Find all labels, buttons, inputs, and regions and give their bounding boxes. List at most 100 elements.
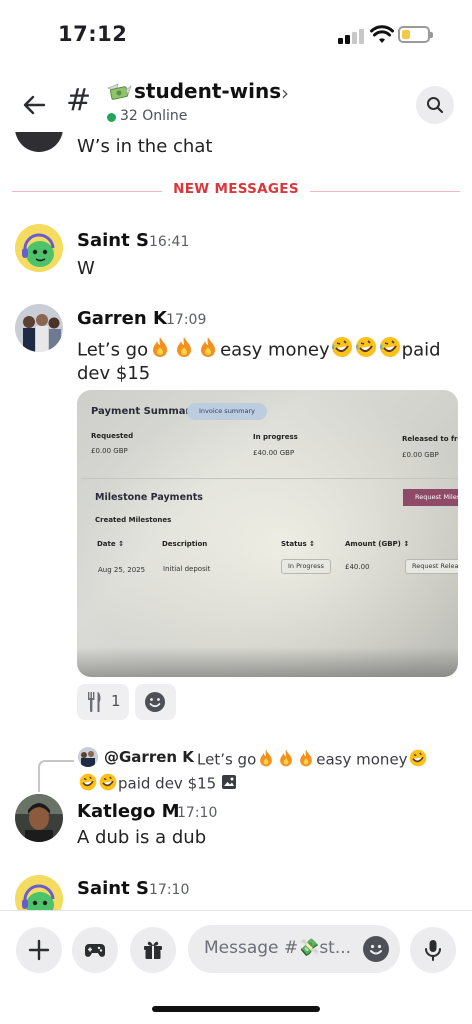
smile-icon: [370, 944, 382, 955]
milestone-title: Milestone Payments: [95, 492, 203, 503]
in-progress-value: £40.00 GBP: [253, 449, 295, 457]
fire-icon: [296, 748, 316, 772]
row-description: Initial deposit: [163, 565, 211, 573]
message-text-part: Let’s go: [77, 339, 149, 361]
invoice-summary-button: Invoice summary: [187, 403, 267, 420]
reaction-chip[interactable]: 1: [77, 684, 129, 720]
rofl-emoji-icon: [354, 335, 378, 366]
released-value: £0.00 GBP: [402, 451, 439, 459]
rofl-emoji-icon: [98, 772, 118, 796]
money-wings-icon: [107, 83, 132, 100]
fire-icon: [276, 748, 296, 772]
reply-text-part: easy money: [316, 750, 408, 769]
message-text: dev $15: [77, 363, 151, 384]
timestamp: 16:41: [149, 234, 190, 250]
column-amount: Amount (GBP) ↕: [345, 540, 410, 548]
search-button[interactable]: [416, 86, 454, 124]
column-date: Date ↕: [97, 540, 124, 548]
message-input[interactable]: Message #💸st...: [188, 925, 400, 973]
activities-button[interactable]: [72, 927, 118, 973]
new-messages-divider: NEW MESSAGES: [12, 181, 460, 197]
username[interactable]: Katlego M: [77, 801, 180, 822]
username[interactable]: Saint S: [77, 878, 149, 899]
timestamp: 17:10: [149, 882, 190, 898]
message-text: W’s in the chat: [77, 136, 213, 157]
fire-icon: [256, 748, 276, 772]
channel-header: # student-wins › 32 Online: [0, 70, 472, 140]
in-progress-label: In progress: [253, 433, 298, 441]
reply-avatar[interactable]: [78, 747, 98, 767]
username[interactable]: Garren K: [77, 308, 167, 329]
payment-summary-title: Payment Summary: [91, 406, 197, 417]
reply-preview-line2[interactable]: paid dev $15: [78, 772, 237, 796]
add-attachment-button[interactable]: [16, 927, 62, 973]
released-label: Released to freela: [402, 435, 458, 443]
status-bar: 17:12: [0, 0, 472, 70]
reaction-count: 1: [111, 692, 121, 710]
gift-icon: [144, 941, 162, 959]
timestamp: 17:09: [166, 312, 207, 328]
requested-label: Requested: [91, 432, 134, 440]
online-status-dot: [107, 113, 116, 122]
reply-username[interactable]: @Garren K: [104, 748, 194, 766]
fire-icon: [196, 335, 220, 366]
row-date: Aug 25, 2025: [98, 566, 146, 574]
message-list[interactable]: W’s in the chat NEW MESSAGES Saint S 16:…: [0, 132, 472, 910]
battery-icon: [398, 26, 433, 43]
hash-icon: #: [66, 83, 92, 118]
message-placeholder: Message #💸st...: [204, 938, 352, 958]
reply-text-part: Let’s go: [197, 750, 257, 769]
reply-connector: [38, 760, 74, 792]
emoji-picker-button[interactable]: [363, 936, 389, 962]
message-text-part: easy money: [220, 339, 330, 361]
smile-plus-icon: [145, 692, 165, 712]
requested-value: £0.00 GBP: [91, 447, 128, 455]
add-reaction-button[interactable]: [135, 684, 176, 720]
reply-preview[interactable]: Let’s go easy money: [197, 748, 428, 772]
avatar[interactable]: [15, 794, 63, 842]
gift-button[interactable]: [130, 927, 176, 973]
row-action: Request Release: [405, 559, 458, 574]
wifi-icon: [370, 25, 394, 43]
avatar[interactable]: [15, 304, 63, 352]
created-milestones-label: Created Milestones: [95, 516, 172, 524]
row-amount: £40.00: [345, 563, 370, 571]
status-time: 17:12: [58, 22, 128, 46]
request-milestone-button: Request Milest: [403, 489, 458, 506]
image-icon: [221, 774, 237, 794]
microphone-icon: [425, 940, 441, 961]
rofl-emoji-icon: [408, 748, 428, 772]
back-button[interactable]: [18, 88, 52, 122]
gamepad-icon: [85, 944, 105, 957]
channel-title[interactable]: student-wins: [134, 79, 281, 103]
avatar[interactable]: [15, 875, 63, 910]
image-attachment[interactable]: Payment Summary Invoice summary Requeste…: [77, 390, 458, 677]
voice-message-button[interactable]: [410, 927, 456, 973]
online-count: 32 Online: [120, 108, 188, 124]
fire-icon: [148, 335, 172, 366]
plus-icon: [28, 939, 50, 961]
composer-bar: Message #💸st...: [0, 910, 472, 1024]
home-indicator: [152, 1006, 320, 1012]
column-description: Description: [162, 540, 208, 548]
rofl-emoji-icon: [78, 772, 98, 796]
message-text: W: [77, 258, 95, 279]
column-status: Status ↕: [281, 540, 315, 548]
message-text: A dub is a dub: [77, 827, 207, 848]
fork-knife-icon: [88, 692, 101, 712]
rofl-emoji-icon: [330, 335, 354, 366]
username[interactable]: Saint S: [77, 230, 149, 251]
arrow-left-icon: [23, 95, 46, 115]
chevron-right-icon[interactable]: ›: [281, 81, 289, 105]
reply-text-part: paid dev $15: [118, 774, 217, 793]
message-text-part: paid: [401, 339, 441, 361]
row-status: In Progress: [281, 559, 331, 574]
avatar[interactable]: [15, 132, 63, 152]
fire-icon: [172, 335, 196, 366]
rofl-emoji-icon: [378, 335, 402, 366]
search-icon: [427, 97, 444, 114]
timestamp: 17:10: [177, 805, 218, 821]
avatar[interactable]: [15, 224, 63, 272]
new-messages-label: NEW MESSAGES: [173, 181, 299, 197]
signal-icon: [338, 28, 364, 44]
